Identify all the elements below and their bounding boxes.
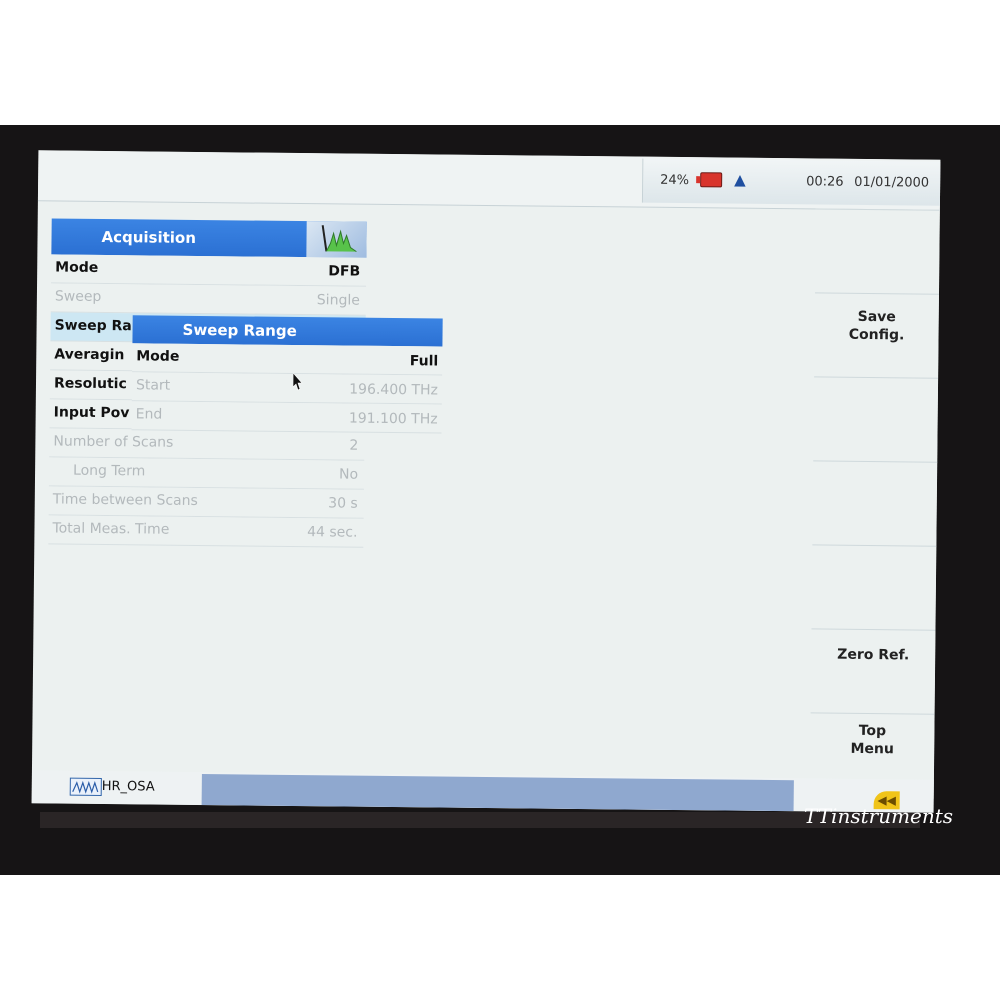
softkey-label: Config.: [848, 326, 905, 344]
acq-row-label: Input Pov: [53, 404, 130, 422]
acq-row-label: Long Term: [73, 462, 146, 480]
acquisition-title: Acquisition: [101, 227, 197, 247]
acq-row-mode[interactable]: Mode DFB: [51, 254, 367, 287]
acq-row-label: Resolutic: [53, 375, 127, 393]
acq-row-value: DFB: [328, 263, 361, 280]
acq-row-value: No: [338, 466, 359, 483]
clock-time: 00:26: [806, 174, 844, 190]
acq-row-label: Sweep Ra: [54, 317, 132, 335]
save-config-button[interactable]: Save Config.: [814, 292, 939, 379]
spectrum-icon[interactable]: [69, 777, 102, 796]
acq-row-label: Mode: [55, 259, 99, 276]
spectrum-graph-icon: [306, 221, 367, 258]
sweep-row-value: Full: [409, 353, 439, 370]
acq-row-total-meas-time: Total Meas. Time 44 sec.: [48, 515, 364, 548]
zero-ref-button[interactable]: Zero Ref.: [810, 628, 936, 715]
acq-row-label: Averagin: [54, 346, 125, 364]
softkey-label: Top: [858, 722, 887, 740]
sweep-row-mode[interactable]: Mode Full: [132, 343, 443, 376]
acq-row-sweep: Sweep Single: [50, 283, 367, 316]
softkey-label: Menu: [850, 740, 894, 758]
acq-row-label: Number of Scans: [53, 433, 174, 451]
device-screen: 24% ▲ 00:26 01/01/2000 Acquisition Mode …: [31, 150, 941, 813]
sweep-range-header: Sweep Range: [132, 315, 443, 347]
watermark-text: TTinstruments: [804, 804, 954, 828]
acq-row-value: 44 sec.: [307, 524, 358, 541]
softkey-label: Save: [857, 308, 896, 326]
taskbar-message-area: [201, 774, 794, 812]
sweep-row-label: Start: [135, 377, 171, 394]
mouse-cursor-icon: [292, 372, 303, 391]
acq-row-label: Time between Scans: [52, 491, 198, 509]
sweep-row-label: Mode: [136, 348, 180, 365]
softkey-column: Save Config. Zero Ref. Top Menu: [809, 208, 940, 799]
status-bar: 24% ▲ 00:26 01/01/2000: [37, 150, 941, 211]
softkey-blank-1[interactable]: [814, 208, 940, 295]
acquisition-header: Acquisition: [51, 218, 367, 258]
acq-row-value: 2: [349, 437, 359, 454]
probe-icon: ▲: [734, 170, 746, 189]
softkey-label: Zero Ref.: [837, 646, 910, 664]
sweep-range-popup: Sweep Range Mode Full Start 196.400 THz …: [131, 315, 443, 434]
acq-row-label: Total Meas. Time: [52, 520, 170, 538]
acq-row-number-of-scans: Number of Scans 2: [49, 428, 365, 461]
app-tab-hr-osa[interactable]: HR_OSA: [102, 779, 155, 795]
acq-row-value: 30 s: [328, 495, 358, 512]
sweep-row-end: End 191.100 THz: [131, 401, 442, 434]
softkey-blank-3[interactable]: [812, 460, 938, 547]
sweep-range-title: Sweep Range: [182, 320, 297, 341]
bezel-bottom-edge: [40, 812, 920, 828]
softkey-blank-4[interactable]: [811, 544, 937, 631]
acq-row-time-between-scans: Time between Scans 30 s: [48, 486, 364, 519]
sweep-row-start: Start 196.400 THz: [131, 372, 443, 405]
acq-row-value: Single: [316, 292, 360, 309]
acq-row-long-term: Long Term No: [48, 457, 365, 490]
acq-row-label: Sweep: [54, 288, 102, 305]
sweep-row-label: End: [135, 406, 163, 423]
clock-date: 01/01/2000: [854, 174, 930, 191]
battery-percent: 24%: [660, 172, 690, 189]
sweep-row-value: 191.100 THz: [348, 410, 438, 428]
sweep-row-value: 196.400 THz: [349, 381, 439, 399]
battery-icon: [700, 172, 723, 188]
softkey-blank-2[interactable]: [813, 376, 939, 463]
